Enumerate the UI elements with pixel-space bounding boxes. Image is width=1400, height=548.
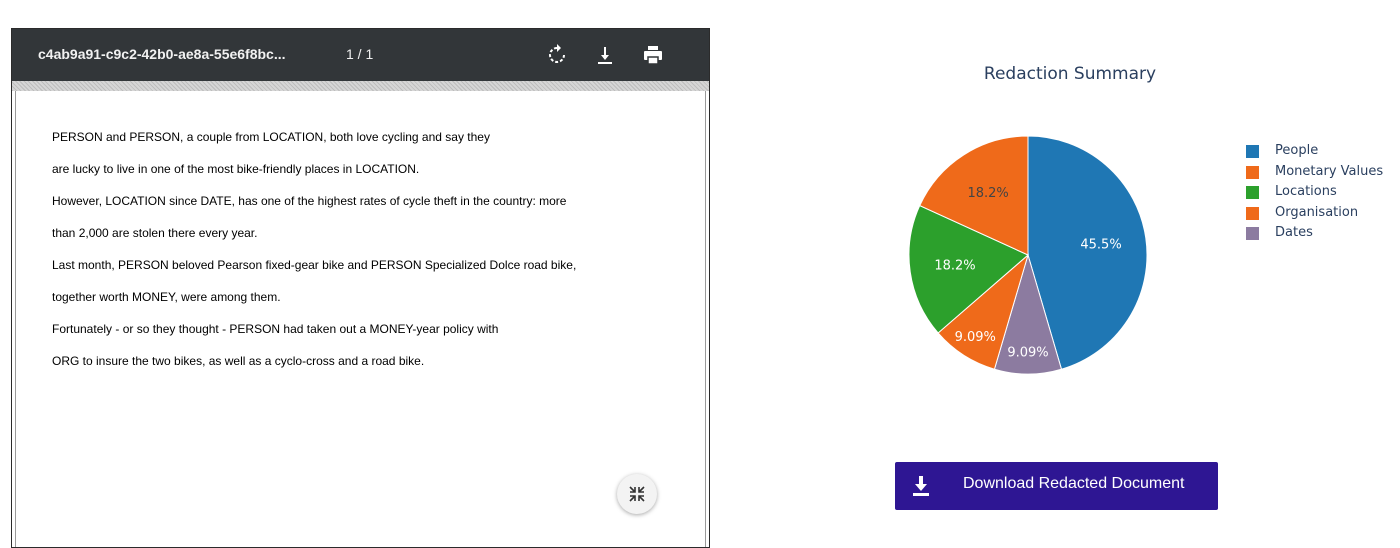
legend-label: Monetary Values <box>1275 163 1384 179</box>
download-button-label: Download Redacted Document <box>963 475 1185 492</box>
legend-label: People <box>1275 143 1319 158</box>
pie-chart: 45.5% 9.09% 9.09% 18.2% 18.2% <box>908 135 1148 375</box>
pie-slice-label: 45.5% <box>1080 238 1121 253</box>
pie-slice-label: 18.2% <box>967 186 1008 201</box>
legend-label: Dates <box>1275 225 1313 240</box>
legend-swatch <box>1246 186 1259 199</box>
pie-slice-label: 9.09% <box>1007 346 1048 361</box>
legend-swatch <box>1246 145 1259 158</box>
legend-label: Organisation <box>1275 204 1359 220</box>
download-icon <box>913 476 929 496</box>
download-redacted-button[interactable]: Download Redacted Document <box>895 462 1218 510</box>
legend-swatch <box>1246 227 1259 240</box>
legend-swatch <box>1246 206 1259 220</box>
pie-slice-label: 9.09% <box>955 330 996 345</box>
legend-label: Locations <box>1275 184 1337 199</box>
pie-slice-label: 18.2% <box>934 259 975 274</box>
legend-swatch <box>1246 165 1259 179</box>
